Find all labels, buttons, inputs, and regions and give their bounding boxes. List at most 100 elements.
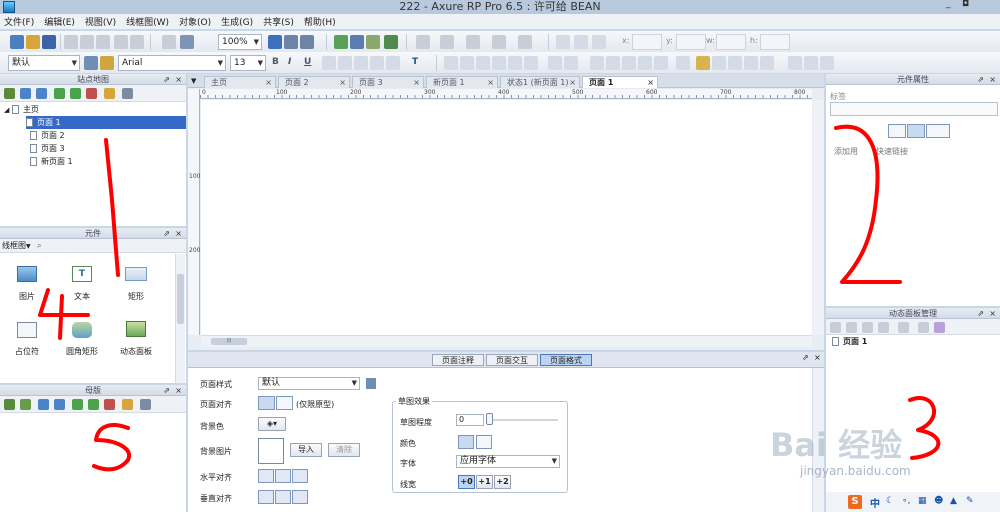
close-icon[interactable]: ×: [339, 77, 346, 89]
dynamic-panel-icon[interactable]: [126, 321, 146, 337]
add-use-link[interactable]: 添加用: [834, 146, 858, 157]
h-align-left-icon[interactable]: [258, 469, 274, 483]
align-objects-left-icon[interactable]: [444, 56, 458, 70]
open-folder-icon[interactable]: [26, 35, 40, 49]
clear-button[interactable]: 清除: [328, 443, 360, 457]
style-select[interactable]: 默认 ▼: [8, 55, 80, 71]
insert-col-icon[interactable]: [820, 56, 834, 70]
line-style-icon[interactable]: [492, 35, 506, 49]
align-list-icon[interactable]: [574, 35, 588, 49]
canvas-vscrollbar[interactable]: [813, 100, 824, 335]
move-up-icon[interactable]: [20, 88, 31, 99]
tree-page-4[interactable]: 新页面 1: [30, 155, 186, 168]
outdent-icon[interactable]: [88, 399, 99, 410]
interaction-icon[interactable]: [712, 56, 726, 70]
save-icon[interactable]: [42, 35, 56, 49]
arrow-style-icon[interactable]: [518, 35, 532, 49]
import-button[interactable]: 导入: [290, 443, 322, 457]
x-input[interactable]: [632, 34, 662, 50]
distribute-h-icon[interactable]: [548, 56, 562, 70]
dyn-panel-item[interactable]: 页面 1: [826, 335, 1000, 348]
tab-state-1[interactable]: 状态1 (新页面 1) ×: [500, 76, 580, 88]
tree-page-1[interactable]: 页面 1: [26, 116, 186, 129]
text-color-button[interactable]: T: [412, 57, 418, 67]
color-mode-icon[interactable]: [458, 435, 474, 449]
v-align-middle-icon[interactable]: [275, 490, 291, 504]
menu-edit[interactable]: 编辑(E): [44, 15, 75, 28]
underline-button[interactable]: U: [304, 57, 311, 67]
rounded-rect-icon[interactable]: [72, 322, 92, 338]
disabled-icon[interactable]: [760, 56, 774, 70]
y-input[interactable]: [676, 34, 706, 50]
h-input[interactable]: [760, 34, 790, 50]
undo-icon[interactable]: [114, 35, 128, 49]
copy-icon[interactable]: [80, 35, 94, 49]
label-input[interactable]: [830, 102, 998, 116]
tree-page-3[interactable]: 页面 3: [30, 142, 186, 155]
select-pointer-icon[interactable]: [268, 35, 282, 49]
sketch-slider-thumb[interactable]: [486, 413, 493, 425]
close-icon[interactable]: ×: [569, 77, 576, 89]
page-style-select[interactable]: 默认 ▼: [258, 377, 360, 390]
menu-help[interactable]: 帮助(H): [304, 15, 336, 28]
w-input[interactable]: [716, 34, 746, 50]
search-icon[interactable]: ⌕: [37, 241, 41, 250]
tab-page-2[interactable]: 页面 2 ×: [278, 76, 350, 88]
tab-page-notes[interactable]: 页面注释: [432, 354, 484, 366]
align-right-icon[interactable]: [354, 56, 368, 70]
chevron-down-icon[interactable]: ▼: [26, 243, 31, 250]
pin-icon[interactable]: ⇗: [163, 74, 170, 85]
menu-file[interactable]: 文件(F): [4, 15, 34, 28]
align-objects-bottom-icon[interactable]: [524, 56, 538, 70]
insert-row-icon[interactable]: [804, 56, 818, 70]
scroll-thumb[interactable]: [177, 274, 184, 324]
cut-icon[interactable]: [64, 35, 78, 49]
font-select[interactable]: Arial ▼: [118, 55, 226, 71]
annotation-tab-icon[interactable]: [888, 124, 906, 138]
filter-icon[interactable]: [934, 322, 945, 333]
close-icon[interactable]: ×: [814, 353, 821, 362]
guides-icon[interactable]: [622, 56, 636, 70]
scroll-thumb[interactable]: ⦙⦙⦙: [211, 338, 247, 345]
widget-library-select[interactable]: 线框图: [2, 241, 26, 250]
grayscale-mode-icon[interactable]: [476, 435, 492, 449]
quick-link[interactable]: 快速链接: [876, 146, 908, 157]
tree-root[interactable]: ◢ 主页: [4, 103, 186, 116]
format-brush-icon[interactable]: [100, 56, 114, 70]
rectangle-icon[interactable]: [125, 267, 147, 281]
align-justify-icon[interactable]: [370, 56, 384, 70]
style-manager-icon[interactable]: [84, 56, 98, 70]
list-icon[interactable]: [556, 35, 570, 49]
move-down-icon[interactable]: [54, 399, 65, 410]
expand-triangle-icon[interactable]: ◢: [4, 106, 9, 114]
paragraph-icon[interactable]: [592, 35, 606, 49]
move-up-icon[interactable]: [38, 399, 49, 410]
tab-new-page-1[interactable]: 新页面 1 ×: [426, 76, 498, 88]
menu-wireframe[interactable]: 线框图(W): [126, 15, 169, 28]
align-objects-center-icon[interactable]: [460, 56, 474, 70]
master-icon[interactable]: [728, 56, 742, 70]
v-align-bottom-icon[interactable]: [292, 490, 308, 504]
line-width-1-button[interactable]: +1: [476, 475, 493, 489]
align-center-icon[interactable]: [338, 56, 352, 70]
align-objects-top-icon[interactable]: [492, 56, 506, 70]
close-icon[interactable]: ×: [265, 77, 272, 89]
tab-page-1-active[interactable]: 页面 1 ×: [582, 76, 658, 88]
move-down-icon[interactable]: [878, 322, 889, 333]
menu-share[interactable]: 共享(S): [263, 15, 294, 28]
restore-button[interactable]: ◘: [962, 0, 969, 10]
moon-icon[interactable]: ☾: [886, 496, 894, 506]
distribute-v-icon[interactable]: [564, 56, 578, 70]
line-width-2-button[interactable]: +2: [494, 475, 511, 489]
format-tab-icon[interactable]: [926, 124, 950, 138]
add-page-icon[interactable]: [4, 88, 15, 99]
line-width-icon[interactable]: [466, 35, 480, 49]
close-icon[interactable]: ×: [175, 74, 182, 85]
group-icon[interactable]: [334, 35, 348, 49]
move-down-icon[interactable]: [36, 88, 47, 99]
align-objects-right-icon[interactable]: [476, 56, 490, 70]
delete-page-icon[interactable]: [86, 88, 97, 99]
close-icon[interactable]: ×: [487, 77, 494, 89]
outdent-icon[interactable]: [70, 88, 81, 99]
rename-icon[interactable]: [104, 88, 115, 99]
